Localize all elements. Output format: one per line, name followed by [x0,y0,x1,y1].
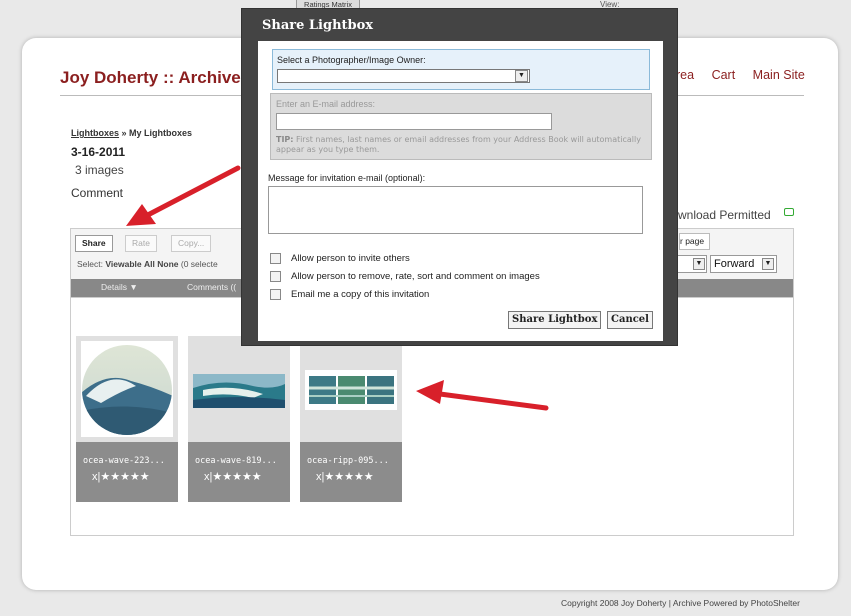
star-rating[interactable]: x|★★★★★ [316,470,374,483]
checkbox[interactable] [270,289,281,300]
star-rating[interactable]: x|★★★★★ [92,470,150,483]
nav-item-main-site[interactable]: Main Site [753,68,805,82]
lightbox-comment: Comment [71,186,124,200]
dialog-title: Share Lightbox [262,18,374,33]
download-permitted-label: wnload Permitted [678,208,771,222]
select-viewable-link[interactable]: Viewable [105,259,141,269]
per-page-button[interactable]: r page [679,233,711,250]
ripple-photo [305,370,397,410]
rate-button[interactable]: Rate [125,235,157,252]
thumbnail-footer: ocea-wave-223... x|★★★★★ [76,442,178,502]
sort-direction-value: Forward [714,258,755,270]
nav-item-cart[interactable]: Cart [712,68,736,82]
thumbnail-footer: ocea-wave-819... x|★★★★★ [188,442,290,502]
thumbnail-image[interactable] [193,374,285,408]
email-section: Enter an E-mail address: TIP: First name… [270,93,652,160]
option-label: Allow person to invite others [291,253,410,265]
site-title[interactable]: Joy Doherty :: Archive [60,68,241,88]
tip-label: TIP: [276,135,294,144]
cancel-button[interactable]: Cancel [607,311,653,329]
thumbnail-footer: ocea-ripp-095... x|★★★★★ [300,442,402,502]
select-all-link[interactable]: All [144,259,155,269]
select-row: Select: Viewable All None (0 selecte [77,259,218,269]
selected-count: (0 selecte [180,259,218,269]
dialog-body: Select a Photographer/Image Owner: ▼ Ent… [258,41,663,341]
option-allow-invite[interactable]: Allow person to invite others [270,253,410,264]
thumbnail-card[interactable]: ocea-wave-819... x|★★★★★ [188,336,290,502]
copyright-footer: Copyright 2008 Joy Doherty | Archive Pow… [561,598,800,608]
wave-photo [82,345,172,435]
thumbnail-image[interactable] [81,341,173,437]
wave-photo [193,374,285,408]
option-email-copy[interactable]: Email me a copy of this invitation [270,289,429,300]
comments-column-header[interactable]: Comments (( [187,282,236,292]
email-field[interactable] [276,113,552,130]
chevron-down-icon: ▼ [762,258,774,270]
thumbnail-card[interactable]: ocea-ripp-095... x|★★★★★ [300,336,402,502]
share-lightbox-dialog: Share Lightbox Select a Photographer/Ima… [241,8,678,346]
email-label: Enter an E-mail address: [276,99,376,109]
thumbnail-card[interactable]: ocea-wave-223... x|★★★★★ [76,336,178,502]
chevron-down-icon: ▼ [693,258,705,270]
chevron-down-icon: ▼ [515,70,528,82]
tip-text: First names, last names or email address… [276,135,641,154]
checkbox[interactable] [270,271,281,282]
thumbnail-filename: ocea-wave-819... [195,456,277,466]
details-column-header[interactable]: Details ▼ [101,282,138,292]
option-allow-edit[interactable]: Allow person to remove, rate, sort and c… [270,271,540,282]
checkbox[interactable] [270,253,281,264]
star-rating[interactable]: x|★★★★★ [204,470,262,483]
breadcrumb-current: » My Lightboxes [119,128,193,138]
thumbnail-image[interactable] [305,370,397,410]
nav-item-area[interactable]: rea [676,68,694,82]
copy-button[interactable]: Copy... [171,235,212,252]
thumbnail-filename: ocea-ripp-095... [307,456,389,466]
top-nav: rea Cart Main Site [676,68,819,82]
message-label: Message for invitation e-mail (optional)… [268,173,426,183]
option-label: Email me a copy of this invitation [291,289,430,301]
select-none-link[interactable]: None [157,259,178,269]
annotation-arrow-icon [126,165,241,226]
share-button[interactable]: Share [75,235,113,252]
lightbox-image-count: 3 images [75,163,124,177]
lightbox-name: 3-16-2011 [71,145,126,159]
owner-select[interactable]: ▼ [277,69,530,83]
select-label: Select: [77,259,103,269]
comment-bubble-icon[interactable] [784,208,794,216]
breadcrumb: Lightboxes » My Lightboxes [71,128,192,138]
share-lightbox-button[interactable]: Share Lightbox [508,311,602,329]
breadcrumb-lightboxes-link[interactable]: Lightboxes [71,128,119,138]
owner-label: Select a Photographer/Image Owner: [277,55,426,65]
sort-field-select[interactable]: ▼ [677,255,707,273]
message-textarea[interactable] [268,186,643,234]
annotation-arrow-icon [416,380,549,411]
option-label: Allow person to remove, rate, sort and c… [291,271,540,283]
owner-section: Select a Photographer/Image Owner: ▼ [272,49,650,90]
sort-direction-select[interactable]: Forward ▼ [710,255,777,273]
thumbnail-filename: ocea-wave-223... [83,456,165,466]
email-tip: TIP: First names, last names or email ad… [276,135,646,154]
